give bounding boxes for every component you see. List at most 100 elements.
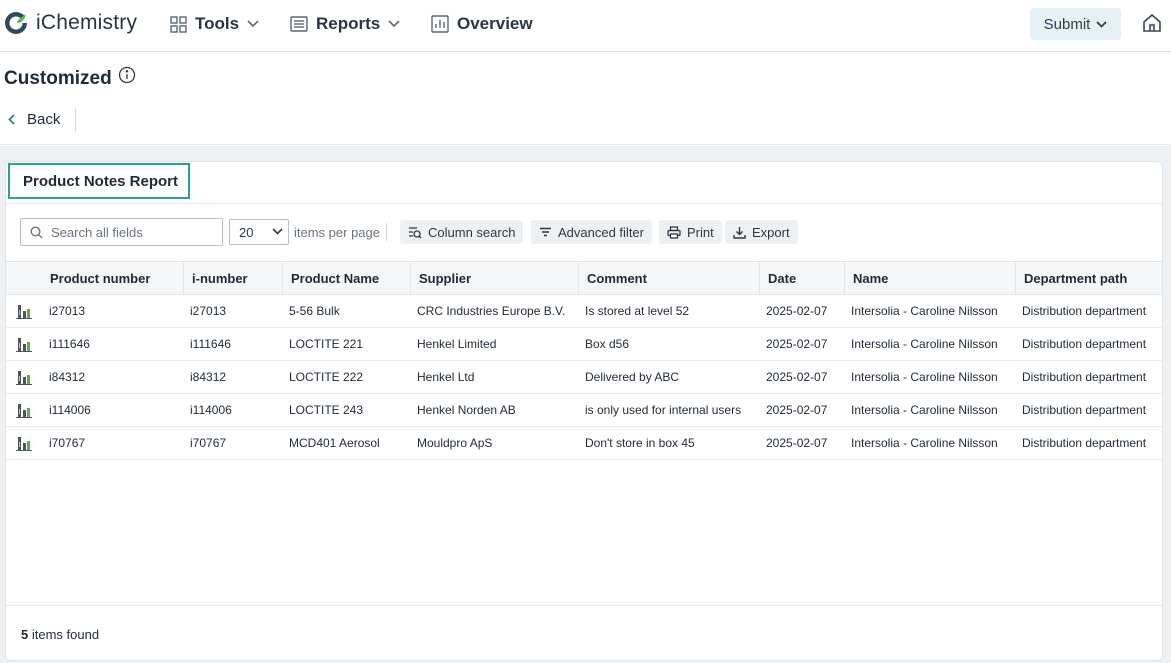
cell-department-path: Distribution department — [1022, 337, 1147, 351]
column-header-product-number[interactable]: Product number — [42, 262, 183, 294]
cell-comment: is only used for internal users — [585, 403, 742, 417]
items-per-page-value: 20 — [239, 224, 254, 240]
cell-i-number: i27013 — [190, 304, 227, 318]
items-found-label: items found — [31, 627, 100, 642]
submit-label: Submit — [1043, 15, 1091, 33]
items-count: 5 — [21, 627, 29, 642]
nav-tools-label: Tools — [195, 14, 240, 33]
report-table: Product number i-number Product Name Sup… — [6, 261, 1162, 460]
advanced-filter-button[interactable]: Advanced filter — [531, 220, 652, 244]
nav-tools[interactable]: Tools — [170, 14, 259, 34]
column-header-product-name[interactable]: Product Name — [282, 262, 410, 294]
cell-supplier: Henkel Norden AB — [417, 403, 516, 417]
cell-department-path: Distribution department — [1022, 436, 1147, 450]
cell-i-number: i84312 — [190, 370, 227, 384]
column-search-label: Column search — [428, 224, 516, 240]
chevron-left-icon — [8, 114, 15, 125]
product-sheet-icon[interactable] — [16, 403, 32, 418]
column-header-supplier[interactable]: Supplier — [410, 262, 578, 294]
cell-date: 2025-02-07 — [766, 436, 828, 450]
home-icon[interactable] — [1142, 13, 1162, 33]
column-header-comment[interactable]: Comment — [578, 262, 759, 294]
table-row[interactable]: i84312 i84312 LOCTITE 222 Henkel Ltd Del… — [6, 361, 1162, 394]
chevron-down-icon — [1096, 20, 1107, 28]
page-header: Customized Back — [0, 53, 1171, 145]
product-sheet-icon[interactable] — [16, 304, 32, 319]
grid-icon — [170, 15, 187, 33]
report-title: Product Notes Report — [8, 163, 190, 199]
nav-overview-label: Overview — [457, 14, 533, 33]
cell-supplier: Mouldpro ApS — [417, 436, 493, 450]
bar-chart-icon — [431, 15, 449, 33]
cell-i-number: i70767 — [190, 436, 227, 450]
cell-product-number: i70767 — [49, 436, 86, 450]
cell-date: 2025-02-07 — [766, 337, 828, 351]
table-row[interactable]: i70767 i70767 MCD401 Aerosol Mouldpro Ap… — [6, 427, 1162, 460]
items-per-page-select[interactable]: 20 — [229, 219, 289, 245]
chevron-down-icon — [247, 20, 259, 28]
table-header-row: Product number i-number Product Name Sup… — [6, 261, 1162, 295]
column-header-name[interactable]: Name — [844, 262, 1015, 294]
brand-name: iChemistry — [36, 11, 138, 34]
cell-name: Intersolia - Caroline Nilsson — [851, 304, 998, 318]
cell-product-name: MCD401 Aerosol — [289, 436, 380, 450]
list-report-icon — [290, 16, 308, 32]
page-title: Customized — [4, 68, 112, 89]
cell-product-name: LOCTITE 221 — [289, 337, 364, 351]
column-header-i-number[interactable]: i-number — [183, 262, 282, 294]
filter-icon — [540, 227, 551, 237]
cell-date: 2025-02-07 — [766, 304, 828, 318]
cell-comment: Delivered by ABC — [585, 370, 680, 384]
cell-department-path: Distribution department — [1022, 304, 1147, 318]
submit-button[interactable]: Submit — [1030, 8, 1121, 40]
cell-name: Intersolia - Caroline Nilsson — [851, 436, 998, 450]
cell-product-name: 5-56 Bulk — [289, 304, 340, 318]
product-sheet-icon[interactable] — [16, 436, 32, 451]
export-label: Export — [752, 224, 790, 240]
divider — [6, 203, 1162, 204]
cell-supplier: Henkel Ltd — [417, 370, 475, 384]
chevron-down-icon — [388, 20, 400, 28]
table-footer: 5 items found — [6, 605, 1162, 660]
cell-i-number: i111646 — [190, 337, 231, 351]
column-search-icon — [409, 226, 422, 238]
report-workspace: Product Notes Report Search all fields 2… — [0, 146, 1171, 663]
back-label: Back — [27, 111, 61, 128]
nav-overview[interactable]: Overview — [431, 14, 533, 34]
cell-product-name: LOCTITE 222 — [289, 370, 364, 384]
brand-logo-link[interactable]: iChemistry — [4, 11, 137, 35]
cell-department-path: Distribution department — [1022, 403, 1147, 417]
print-button[interactable]: Print — [659, 220, 722, 244]
cell-comment: Box d56 — [585, 337, 630, 351]
column-search-button[interactable]: Column search — [400, 220, 524, 244]
column-header-department-path[interactable]: Department path — [1015, 262, 1162, 294]
nav-reports[interactable]: Reports — [290, 14, 400, 34]
divider — [75, 108, 76, 132]
top-navigation-bar: iChemistry Tools Reports Overview Submit — [0, 0, 1171, 52]
product-sheet-icon[interactable] — [16, 337, 32, 352]
cell-name: Intersolia - Caroline Nilsson — [851, 337, 998, 351]
cell-name: Intersolia - Caroline Nilsson — [851, 403, 998, 417]
info-icon[interactable] — [118, 66, 136, 84]
product-sheet-icon[interactable] — [16, 370, 32, 385]
cell-date: 2025-02-07 — [766, 370, 828, 384]
items-per-page-label: items per page — [294, 225, 380, 240]
divider — [386, 223, 387, 241]
cell-comment: Is stored at level 52 — [585, 304, 690, 318]
cell-date: 2025-02-07 — [766, 403, 828, 417]
nav-reports-label: Reports — [316, 14, 381, 33]
back-button[interactable]: Back — [8, 111, 60, 128]
items-found-text: 5 items found — [21, 627, 99, 642]
chevron-down-icon — [272, 228, 283, 235]
cell-department-path: Distribution department — [1022, 370, 1147, 384]
cell-comment: Don't store in box 45 — [585, 436, 695, 450]
print-label: Print — [687, 224, 714, 240]
table-row[interactable]: i27013 i27013 5-56 Bulk CRC Industries E… — [6, 295, 1162, 328]
table-row[interactable]: i114006 i114006 LOCTITE 243 Henkel Norde… — [6, 394, 1162, 427]
cell-i-number: i114006 — [190, 403, 232, 417]
cell-product-number: i114006 — [49, 403, 91, 417]
column-header-date[interactable]: Date — [759, 262, 844, 294]
table-row[interactable]: i111646 i111646 LOCTITE 221 Henkel Limit… — [6, 328, 1162, 361]
search-input[interactable]: Search all fields — [20, 218, 223, 246]
export-button[interactable]: Export — [725, 220, 798, 244]
